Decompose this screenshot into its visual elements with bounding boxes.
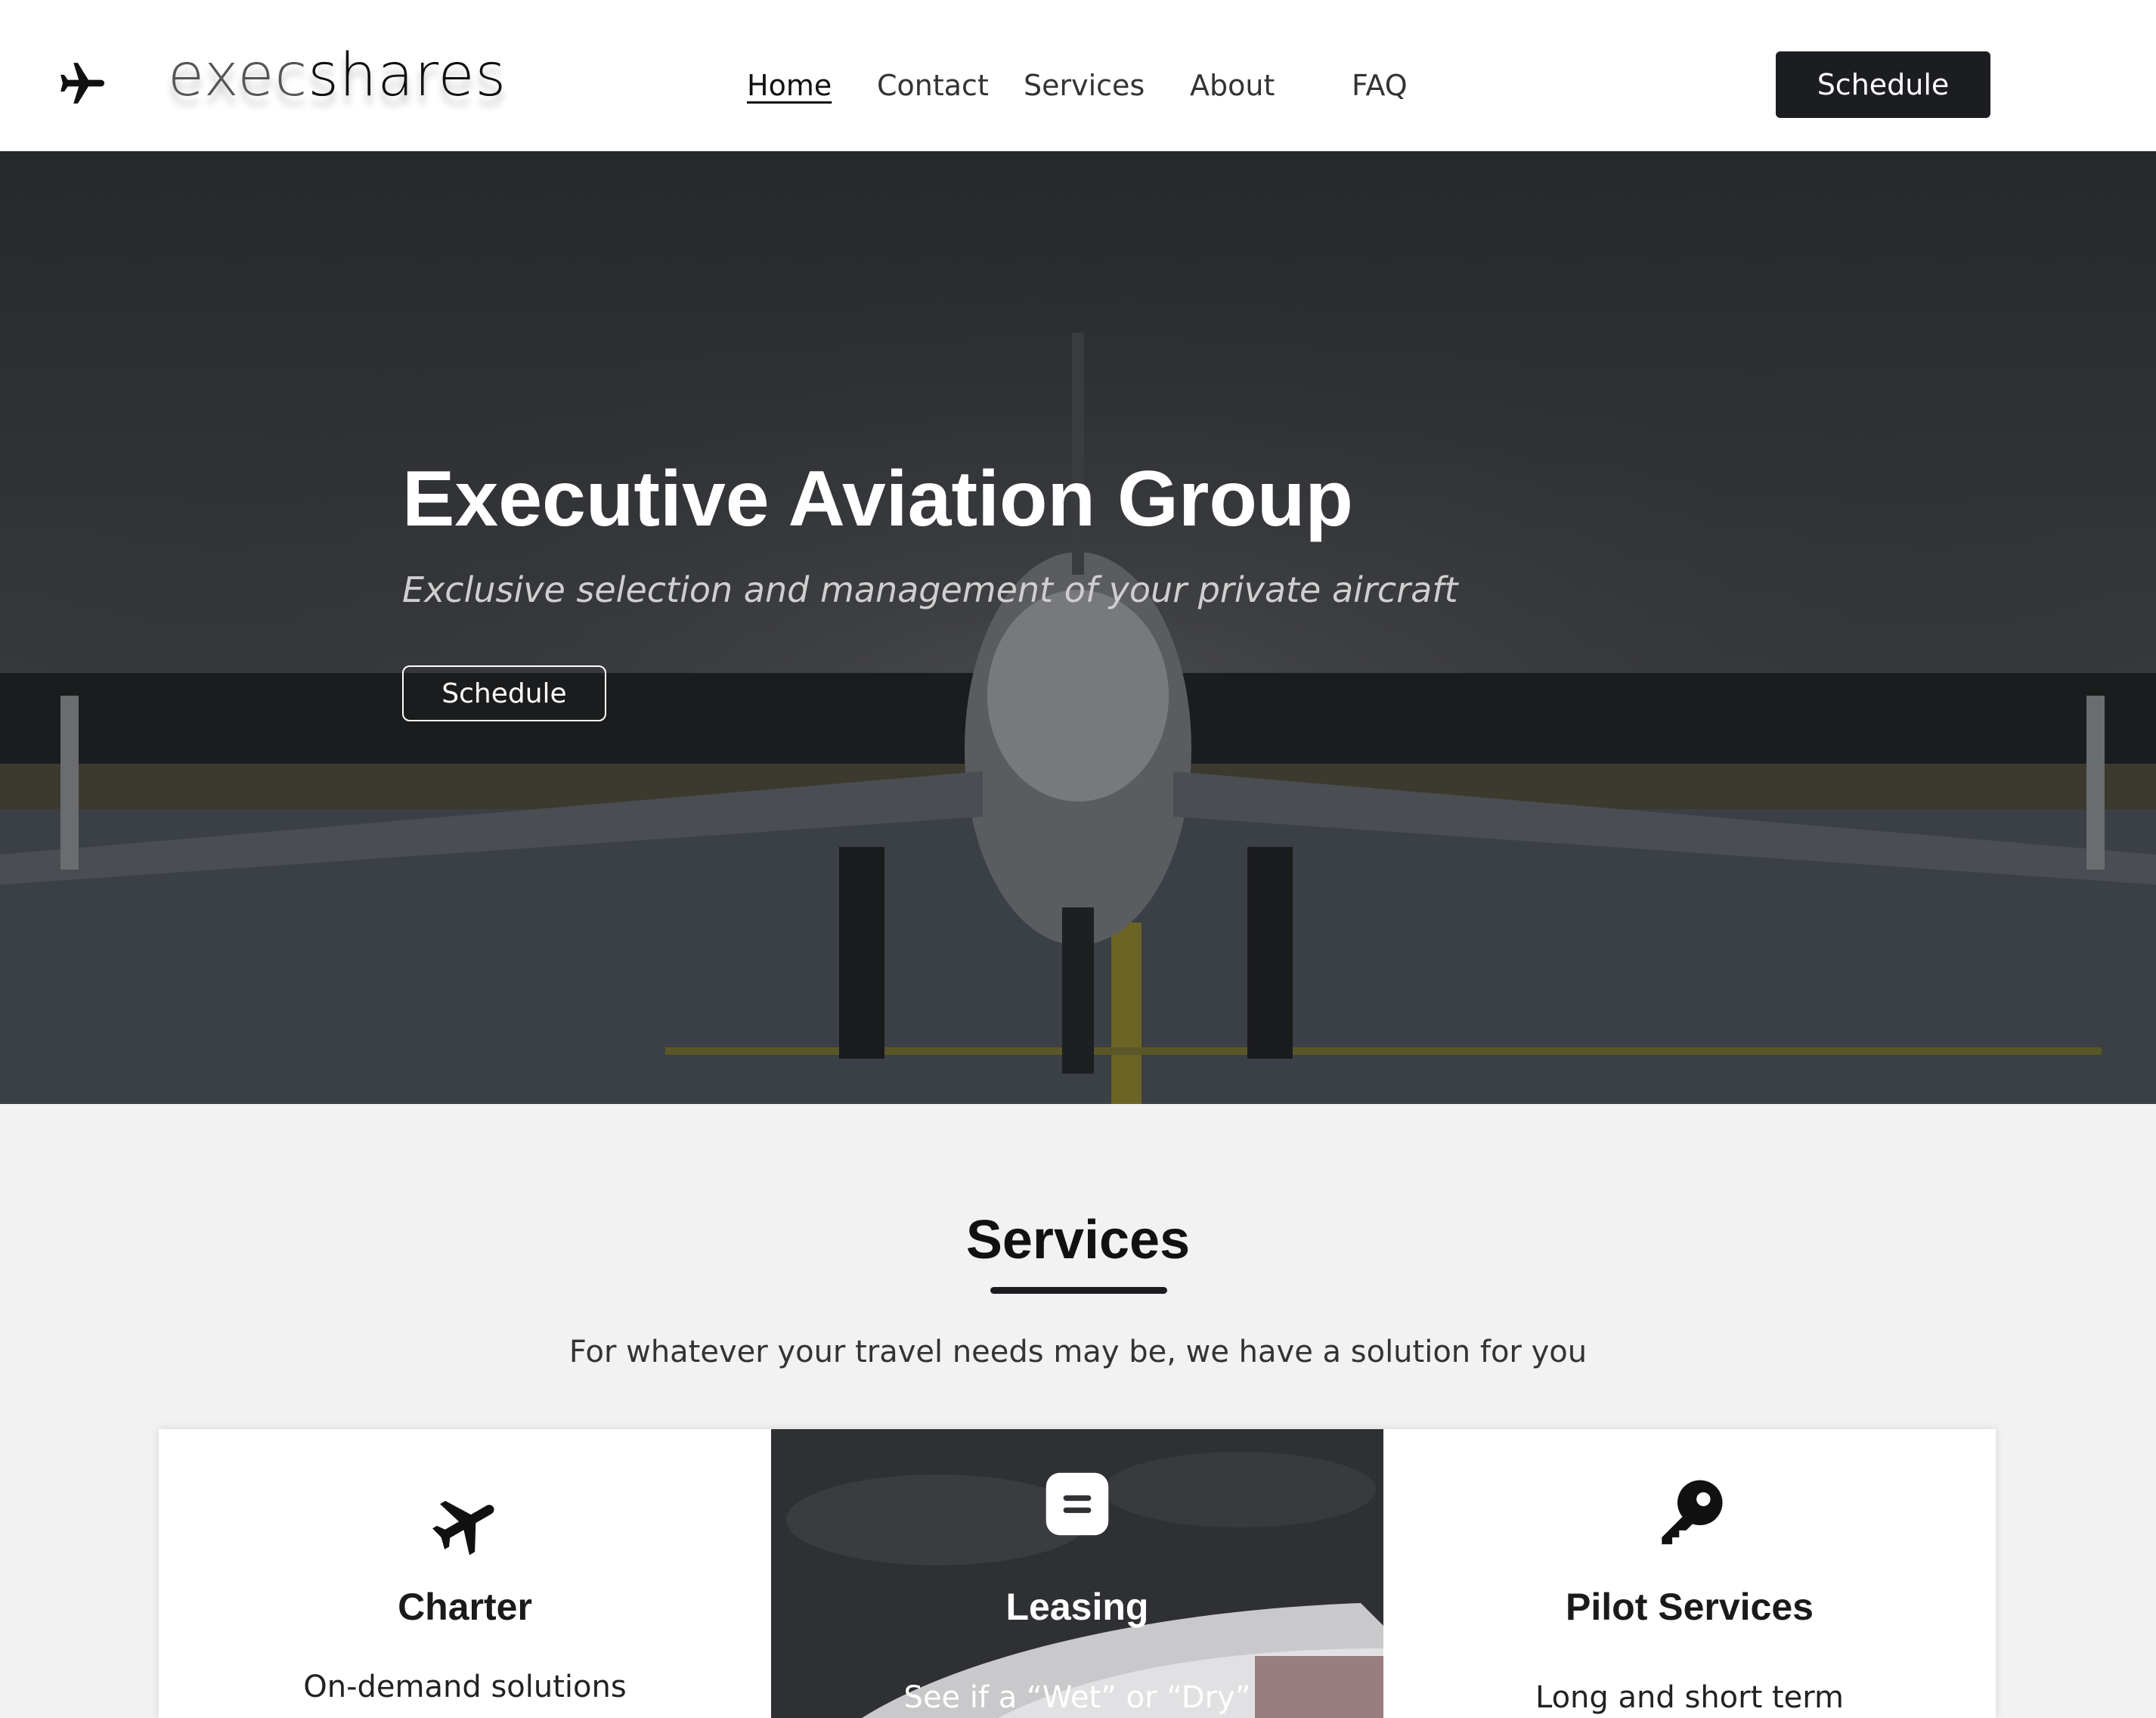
card-text: On-demand solutions [303, 1670, 627, 1704]
brand-logo[interactable]: execshares [168, 39, 506, 112]
services-cards: Charter On-demand solutions Leasing See … [159, 1429, 1996, 1718]
hero-background-image [0, 151, 2156, 1104]
services-heading-underline [990, 1287, 1167, 1294]
nav-item-services[interactable]: Services [1024, 59, 1145, 112]
airplane-icon[interactable] [53, 54, 110, 112]
brand-name-dark: shares [308, 42, 507, 110]
card-text: Long and short term [1535, 1680, 1844, 1715]
schedule-button[interactable]: Schedule [1776, 51, 1990, 118]
key-icon [1662, 1480, 1723, 1545]
services-description: For whatever your travel needs may be, w… [568, 1335, 1588, 1369]
document-icon [1045, 1472, 1109, 1536]
card-title: Charter [398, 1586, 532, 1628]
service-card-leasing[interactable]: Leasing See if a “Wet” or “Dry” [771, 1429, 1383, 1718]
card-text: See if a “Wet” or “Dry” [903, 1680, 1251, 1715]
hero-subtitle: Exclusive selection and management of yo… [402, 569, 1458, 610]
brand-name-light: exec [168, 42, 308, 110]
service-card-pilot-services[interactable]: Pilot Services Long and short term [1383, 1429, 1996, 1718]
card-title: Pilot Services [1566, 1586, 1814, 1628]
nav-item-faq[interactable]: FAQ [1352, 59, 1408, 112]
airplane-icon [432, 1500, 494, 1555]
nav-item-contact[interactable]: Contact [877, 59, 989, 112]
nav-item-home[interactable]: Home [747, 59, 832, 112]
services-heading: Services [965, 1210, 1191, 1270]
hero-section: Executive Aviation Group Exclusive selec… [0, 151, 2156, 1104]
hero-schedule-button[interactable]: Schedule [402, 665, 606, 721]
site-header: execshares Home Contact Services About F… [0, 0, 2156, 151]
hero-title: Executive Aviation Group [402, 455, 1353, 543]
nav-item-about[interactable]: About [1190, 59, 1275, 112]
service-card-charter[interactable]: Charter On-demand solutions [159, 1429, 771, 1718]
card-title: Leasing [1005, 1586, 1149, 1628]
